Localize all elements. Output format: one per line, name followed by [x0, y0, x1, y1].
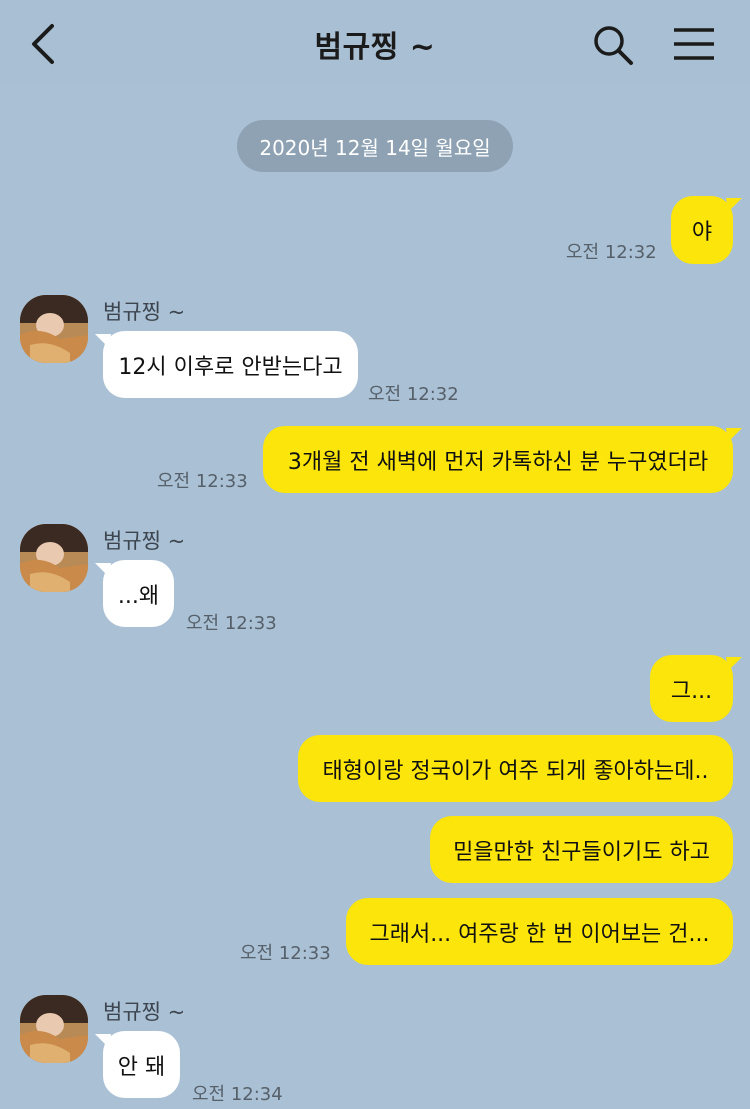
outgoing-message-bubble[interactable]: 태형이랑 정국이가 여주 되게 좋아하는데..: [298, 735, 733, 802]
sender-name: 범규찡 ~: [103, 529, 186, 553]
avatar[interactable]: [20, 995, 88, 1063]
outgoing-message-bubble[interactable]: 야: [671, 196, 733, 264]
search-icon[interactable]: [592, 24, 634, 66]
message-time: 오전 12:34: [192, 1084, 283, 1105]
chat-header: 범규찡 ~: [0, 0, 750, 86]
outgoing-message-bubble[interactable]: 3개월 전 새벽에 먼저 카톡하신 분 누구였더라: [263, 426, 733, 493]
avatar[interactable]: [20, 524, 88, 592]
message-time: 오전 12:32: [566, 242, 657, 263]
message-time: 오전 12:32: [368, 384, 459, 405]
outgoing-message-bubble[interactable]: 그래서... 여주랑 한 번 이어보는 건...: [346, 898, 733, 965]
message-time: 오전 12:33: [157, 471, 248, 492]
incoming-message-bubble[interactable]: ...왜: [103, 560, 174, 627]
message-time: 오전 12:33: [186, 613, 277, 634]
incoming-message-bubble[interactable]: 12시 이후로 안받는다고: [103, 331, 358, 398]
profile-photo-icon: [20, 524, 88, 592]
outgoing-message-bubble[interactable]: 그...: [650, 655, 733, 722]
sender-name: 범규찡 ~: [103, 300, 186, 324]
bubble-tail: [726, 428, 742, 442]
chat-title: 범규찡 ~: [314, 30, 436, 65]
bubble-tail: [726, 657, 742, 671]
profile-photo-icon: [20, 995, 88, 1063]
profile-photo-icon: [20, 295, 88, 363]
message-time: 오전 12:33: [240, 943, 331, 964]
avatar[interactable]: [20, 295, 88, 363]
incoming-message-bubble[interactable]: 안 돼: [103, 1031, 180, 1098]
date-divider: 2020년 12월 14일 월요일: [237, 120, 513, 172]
sender-name: 범규찡 ~: [103, 1000, 186, 1024]
outgoing-message-bubble[interactable]: 믿을만한 친구들이기도 하고: [430, 816, 733, 883]
menu-icon[interactable]: [672, 26, 716, 62]
bubble-tail: [726, 198, 742, 212]
